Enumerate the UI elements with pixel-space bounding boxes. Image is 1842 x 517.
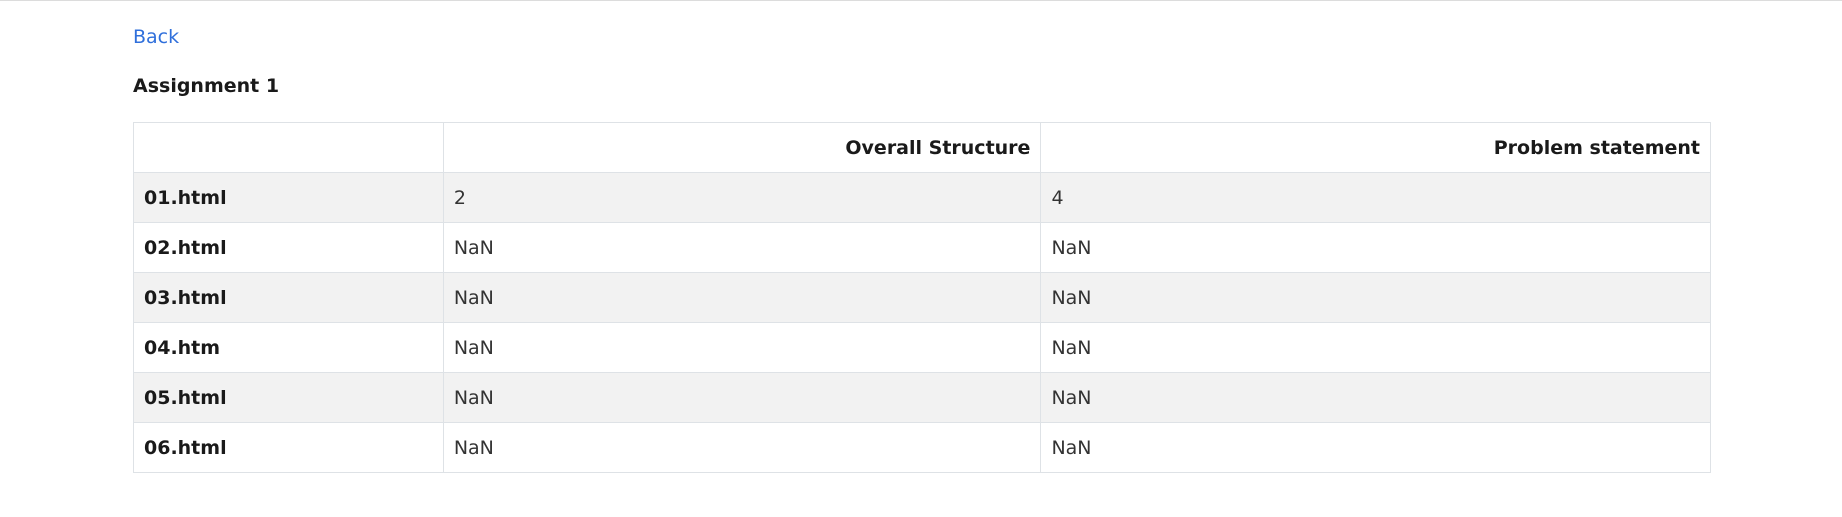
row-file-name: 02.html xyxy=(133,222,444,273)
table-body: 01.html 2 4 02.html NaN NaN 03.html NaN … xyxy=(133,172,1711,473)
assignment-title: Assignment 1 xyxy=(133,75,280,97)
row-file-name: 06.html xyxy=(133,422,444,473)
table-row: 03.html NaN NaN xyxy=(133,272,1711,323)
table-row: 02.html NaN NaN xyxy=(133,222,1711,273)
grades-table: Overall Structure Problem statement 01.h… xyxy=(133,122,1711,473)
overall-structure-score: NaN xyxy=(442,222,1042,273)
table-row: 04.htm NaN NaN xyxy=(133,322,1711,373)
row-file-name: 04.htm xyxy=(133,322,444,373)
table-row: 06.html NaN NaN xyxy=(133,422,1711,473)
column-header-overall-structure: Overall Structure xyxy=(442,122,1042,173)
problem-statement-score: NaN xyxy=(1040,272,1711,323)
problem-statement-score: NaN xyxy=(1040,322,1711,373)
row-file-name: 03.html xyxy=(133,272,444,323)
header-corner xyxy=(133,122,444,173)
problem-statement-score: NaN xyxy=(1040,372,1711,423)
row-file-name: 05.html xyxy=(133,372,444,423)
table-row: 05.html NaN NaN xyxy=(133,372,1711,423)
table-row: 01.html 2 4 xyxy=(133,172,1711,223)
overall-structure-score: NaN xyxy=(442,322,1042,373)
problem-statement-score: 4 xyxy=(1040,172,1711,223)
table-header: Overall Structure Problem statement xyxy=(133,122,1711,173)
row-file-name: 01.html xyxy=(133,172,444,223)
overall-structure-score: NaN xyxy=(442,422,1042,473)
overall-structure-score: NaN xyxy=(442,372,1042,423)
top-divider xyxy=(0,0,1842,1)
overall-structure-score: 2 xyxy=(442,172,1042,223)
problem-statement-score: NaN xyxy=(1040,222,1711,273)
back-link[interactable]: Back xyxy=(133,26,179,48)
header-row: Overall Structure Problem statement xyxy=(133,122,1711,173)
problem-statement-score: NaN xyxy=(1040,422,1711,473)
column-header-problem-statement: Problem statement xyxy=(1040,122,1711,173)
overall-structure-score: NaN xyxy=(442,272,1042,323)
